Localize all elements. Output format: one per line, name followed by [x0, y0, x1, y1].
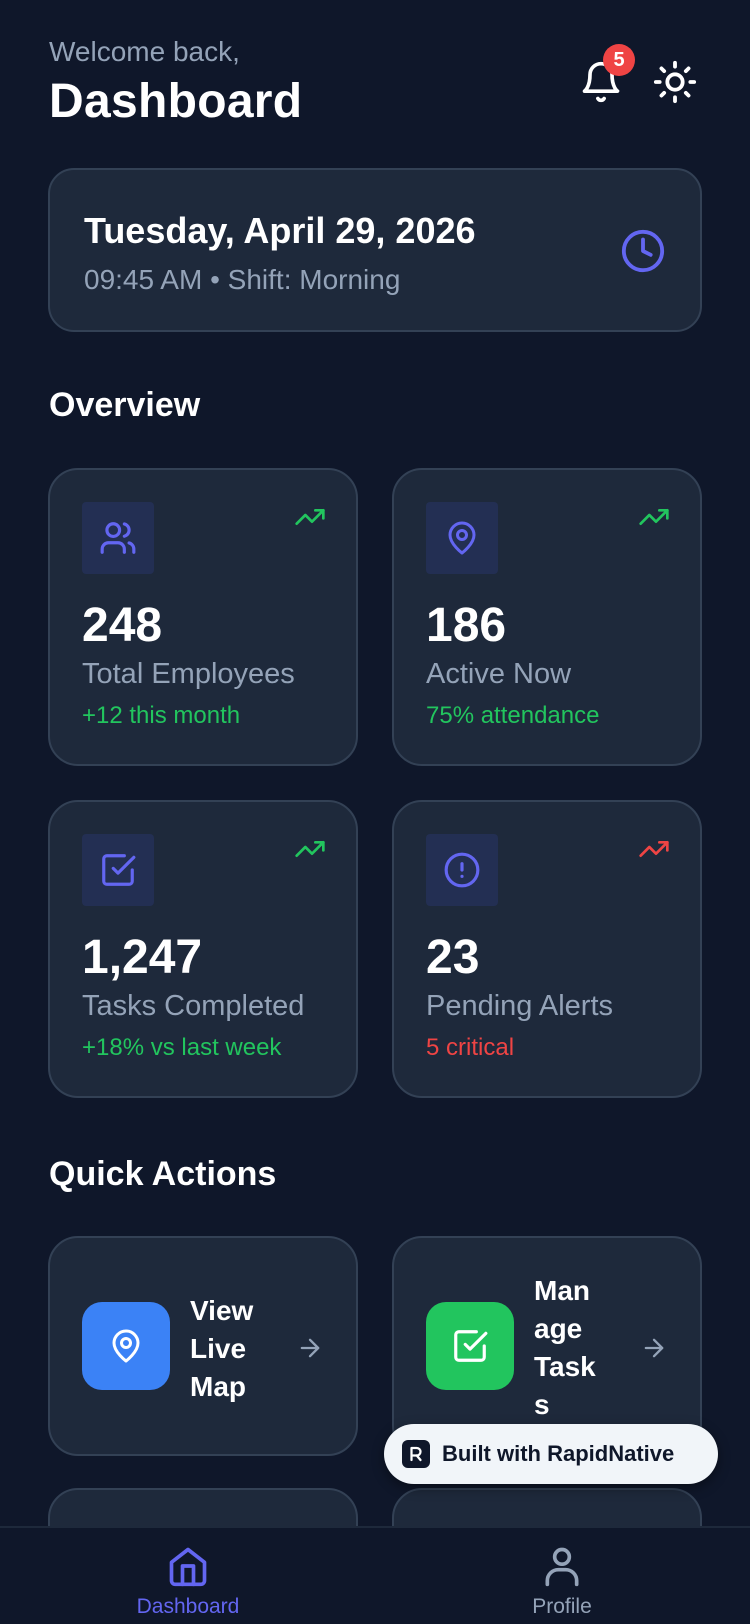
- stat-sub: +18% vs last week: [82, 1034, 282, 1061]
- overview-title: Overview: [49, 386, 201, 424]
- qa-label-line: age: [534, 1313, 583, 1344]
- stat-icon-box: [82, 834, 154, 906]
- nav-label: Profile: [532, 1595, 592, 1618]
- stat-sub: 75% attendance: [426, 702, 600, 729]
- users-icon: [100, 522, 136, 554]
- trending-up-icon: [639, 841, 669, 858]
- check-square-icon: [454, 1330, 488, 1362]
- quick-actions-title: Quick Actions: [49, 1155, 277, 1193]
- stat-card-pending-alerts[interactable]: 23 Pending Alerts 5 critical: [392, 800, 702, 1098]
- stat-value: 248: [82, 599, 163, 652]
- qa-label-line: Live: [190, 1333, 247, 1364]
- clock-icon: [621, 229, 665, 273]
- stat-label: Tasks Completed: [82, 990, 305, 1022]
- nav-item-dashboard[interactable]: Dashboard: [88, 1544, 288, 1619]
- stat-value: 186: [426, 599, 507, 652]
- stat-value: 23: [426, 931, 480, 984]
- stat-label: Pending Alerts: [426, 990, 614, 1022]
- qa-label: Man age Task s: [534, 1272, 614, 1424]
- stat-card-tasks-completed[interactable]: 1,247 Tasks Completed +18% vs last week: [48, 800, 358, 1098]
- stat-label: Total Employees: [82, 658, 295, 690]
- map-pin-icon: [448, 521, 476, 555]
- notifications-button[interactable]: 5: [575, 44, 635, 108]
- dashboard-screen: Welcome back, Dashboard 5 Tuesday, April…: [0, 0, 750, 1624]
- stat-icon-box: [426, 834, 498, 906]
- view-live-map-button[interactable]: View Live Map: [48, 1236, 358, 1456]
- trending-up-icon: [295, 509, 325, 525]
- home-icon: [169, 1547, 207, 1587]
- theme-toggle-button[interactable]: [649, 56, 701, 108]
- built-with-badge[interactable]: Built with RapidNative: [384, 1424, 718, 1484]
- map-pin-icon: [112, 1329, 140, 1363]
- current-date: Tuesday, April 29, 2026: [84, 210, 476, 251]
- notification-badge: 5: [603, 44, 635, 76]
- check-square-icon: [102, 854, 136, 886]
- nav-item-profile[interactable]: Profile: [462, 1544, 662, 1619]
- stat-value: 1,247: [82, 931, 203, 984]
- stat-label: Active Now: [426, 658, 572, 690]
- time-shift: 09:45 AM • Shift: Morning: [84, 264, 401, 295]
- stat-card-active-now[interactable]: 186 Active Now 75% attendance: [392, 468, 702, 766]
- trending-up-icon: [295, 841, 325, 858]
- stat-icon-box: [82, 502, 154, 574]
- user-icon: [545, 1547, 579, 1587]
- date-card: Tuesday, April 29, 2026 09:45 AM • Shift…: [48, 168, 702, 332]
- qa-label-line: Map: [190, 1371, 246, 1402]
- header-actions: 5: [575, 44, 701, 108]
- qa-label-line: View: [190, 1295, 254, 1326]
- stat-card-total-employees[interactable]: 248 Total Employees +12 this month: [48, 468, 358, 766]
- rapidnative-logo-icon: [402, 1440, 430, 1468]
- qa-label-line: Man: [534, 1275, 590, 1306]
- arrow-right-icon: [644, 1338, 664, 1358]
- qa-icon-box: [82, 1302, 170, 1390]
- qa-label-line: Task: [534, 1351, 596, 1382]
- nav-label: Dashboard: [136, 1595, 240, 1618]
- qa-label-line: s: [534, 1389, 550, 1420]
- alert-circle-icon: [444, 852, 480, 888]
- arrow-right-icon: [300, 1338, 320, 1358]
- sun-icon: [653, 60, 697, 104]
- stat-sub: +12 this month: [82, 702, 241, 729]
- trending-up-icon: [639, 509, 669, 525]
- manage-tasks-button[interactable]: Man age Task s: [392, 1236, 702, 1456]
- header: Welcome back, Dashboard 5: [49, 30, 701, 140]
- built-with-text: Built with RapidNative: [442, 1441, 675, 1466]
- stat-icon-box: [426, 502, 498, 574]
- qa-icon-box: [426, 1302, 514, 1390]
- bottom-nav: Dashboard Profile: [0, 1526, 750, 1624]
- qa-label: View Live Map: [190, 1292, 290, 1406]
- stat-sub: 5 critical: [426, 1034, 515, 1061]
